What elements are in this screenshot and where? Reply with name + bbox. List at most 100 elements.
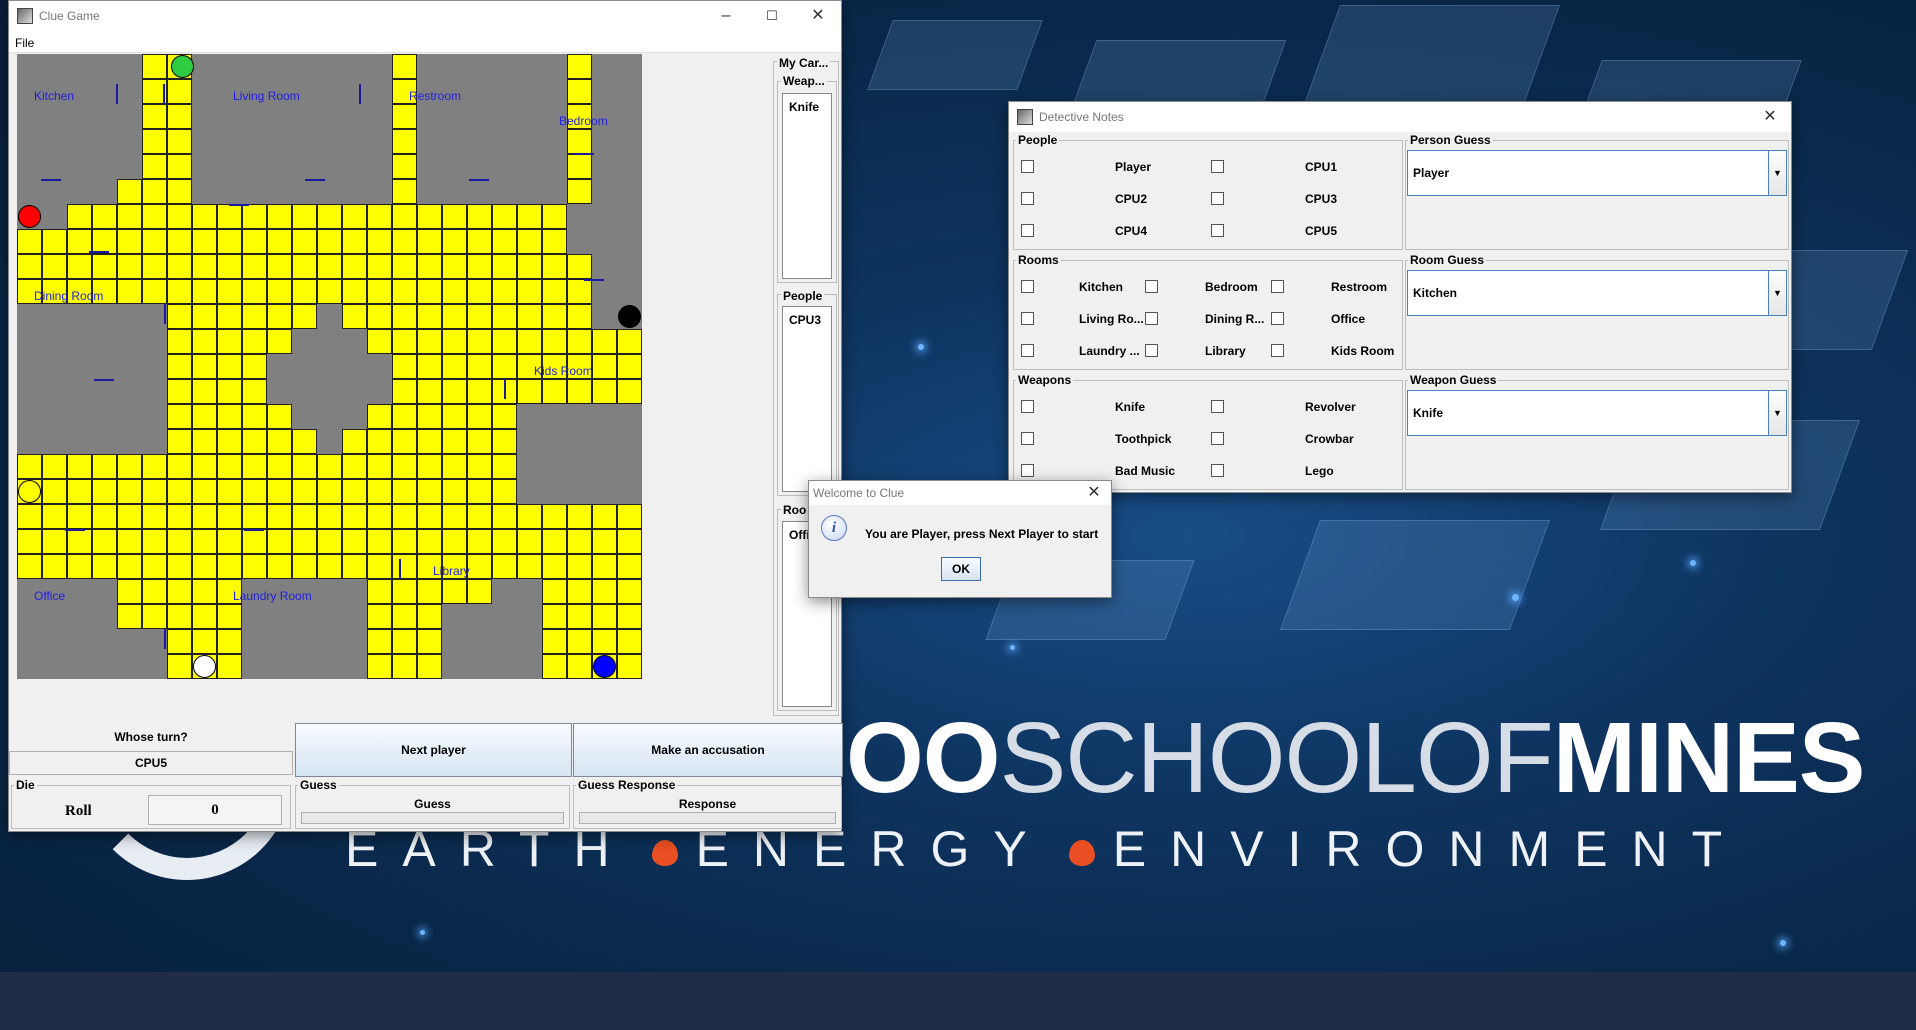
walkway-cell[interactable]	[617, 379, 642, 404]
room-cell[interactable]	[517, 179, 542, 204]
room-cell[interactable]	[117, 379, 142, 404]
room-cell[interactable]	[17, 379, 42, 404]
walkway-cell[interactable]	[17, 529, 42, 554]
walkway-cell[interactable]	[542, 654, 567, 679]
walkway-cell[interactable]	[567, 54, 592, 79]
room-cell[interactable]	[517, 604, 542, 629]
room-cell[interactable]	[592, 229, 617, 254]
room-cell[interactable]	[192, 154, 217, 179]
room-cell[interactable]	[42, 379, 67, 404]
walkway-cell[interactable]	[567, 129, 592, 154]
room-cell[interactable]	[267, 354, 292, 379]
walkway-cell[interactable]	[417, 429, 442, 454]
room-cell[interactable]	[317, 579, 342, 604]
room-cell[interactable]	[17, 129, 42, 154]
room-cell[interactable]	[42, 204, 67, 229]
walkway-cell[interactable]	[217, 504, 242, 529]
walkway-cell[interactable]	[267, 279, 292, 304]
walkway-cell[interactable]	[142, 54, 167, 79]
walkway-cell[interactable]	[267, 504, 292, 529]
walkway-cell[interactable]	[267, 304, 292, 329]
walkway-cell[interactable]	[17, 504, 42, 529]
walkway-cell[interactable]	[242, 379, 267, 404]
walkway-cell[interactable]	[592, 354, 617, 379]
walkway-cell[interactable]	[467, 279, 492, 304]
walkway-cell[interactable]	[242, 204, 267, 229]
note-checkbox[interactable]	[1021, 312, 1034, 325]
walkway-cell[interactable]	[192, 629, 217, 654]
walkway-cell[interactable]	[392, 479, 417, 504]
walkway-cell[interactable]	[242, 354, 267, 379]
walkway-cell[interactable]	[442, 479, 467, 504]
room-cell[interactable]	[142, 379, 167, 404]
walkway-cell[interactable]	[292, 254, 317, 279]
room-cell[interactable]	[92, 404, 117, 429]
walkway-cell[interactable]	[217, 479, 242, 504]
room-cell[interactable]	[567, 229, 592, 254]
walkway-cell[interactable]	[567, 629, 592, 654]
note-checkbox[interactable]	[1271, 312, 1284, 325]
room-cell[interactable]	[592, 454, 617, 479]
walkway-cell[interactable]	[542, 379, 567, 404]
room-cell[interactable]	[42, 179, 67, 204]
walkway-cell[interactable]	[167, 179, 192, 204]
room-cell[interactable]	[317, 429, 342, 454]
room-cell[interactable]	[42, 654, 67, 679]
walkway-cell[interactable]	[142, 204, 167, 229]
room-cell[interactable]	[67, 304, 92, 329]
room-cell[interactable]	[192, 104, 217, 129]
walkway-cell[interactable]	[492, 504, 517, 529]
walkway-cell[interactable]	[517, 254, 542, 279]
walkway-cell[interactable]	[167, 504, 192, 529]
walkway-cell[interactable]	[242, 329, 267, 354]
walkway-cell[interactable]	[167, 429, 192, 454]
room-cell[interactable]	[617, 129, 642, 154]
walkway-cell[interactable]	[192, 279, 217, 304]
room-cell[interactable]	[292, 129, 317, 154]
room-cell[interactable]	[492, 629, 517, 654]
walkway-cell[interactable]	[442, 579, 467, 604]
walkway-cell[interactable]	[417, 304, 442, 329]
walkway-cell[interactable]	[317, 504, 342, 529]
walkway-cell[interactable]	[167, 579, 192, 604]
room-cell[interactable]	[117, 304, 142, 329]
walkway-cell[interactable]	[192, 429, 217, 454]
walkway-cell[interactable]	[467, 404, 492, 429]
room-cell[interactable]	[442, 154, 467, 179]
room-cell[interactable]	[617, 279, 642, 304]
walkway-cell[interactable]	[442, 304, 467, 329]
room-cell[interactable]	[267, 379, 292, 404]
room-cell[interactable]	[242, 54, 267, 79]
walkway-cell[interactable]	[217, 304, 242, 329]
room-cell[interactable]	[42, 629, 67, 654]
room-cell[interactable]	[17, 429, 42, 454]
room-cell[interactable]	[242, 604, 267, 629]
room-cell[interactable]	[267, 129, 292, 154]
walkway-cell[interactable]	[142, 104, 167, 129]
walkway-cell[interactable]	[142, 129, 167, 154]
walkway-cell[interactable]	[192, 204, 217, 229]
room-cell[interactable]	[92, 429, 117, 454]
room-cell[interactable]	[342, 329, 367, 354]
room-cell[interactable]	[92, 579, 117, 604]
walkway-cell[interactable]	[17, 229, 42, 254]
walkway-cell[interactable]	[192, 604, 217, 629]
walkway-cell[interactable]	[617, 554, 642, 579]
walkway-cell[interactable]	[542, 529, 567, 554]
room-cell[interactable]	[292, 354, 317, 379]
room-cell[interactable]	[242, 629, 267, 654]
walkway-cell[interactable]	[342, 229, 367, 254]
walkway-cell[interactable]	[167, 479, 192, 504]
note-checkbox[interactable]	[1145, 312, 1158, 325]
walkway-cell[interactable]	[167, 304, 192, 329]
room-guess-combo[interactable]: Kitchen ▼	[1407, 270, 1787, 316]
walkway-cell[interactable]	[567, 379, 592, 404]
walkway-cell[interactable]	[217, 204, 242, 229]
walkway-cell[interactable]	[142, 454, 167, 479]
walkway-cell[interactable]	[267, 479, 292, 504]
chevron-down-icon[interactable]: ▼	[1768, 391, 1786, 435]
close-icon[interactable]: ✕	[1077, 481, 1111, 505]
room-cell[interactable]	[142, 404, 167, 429]
walkway-cell[interactable]	[192, 479, 217, 504]
walkway-cell[interactable]	[567, 529, 592, 554]
